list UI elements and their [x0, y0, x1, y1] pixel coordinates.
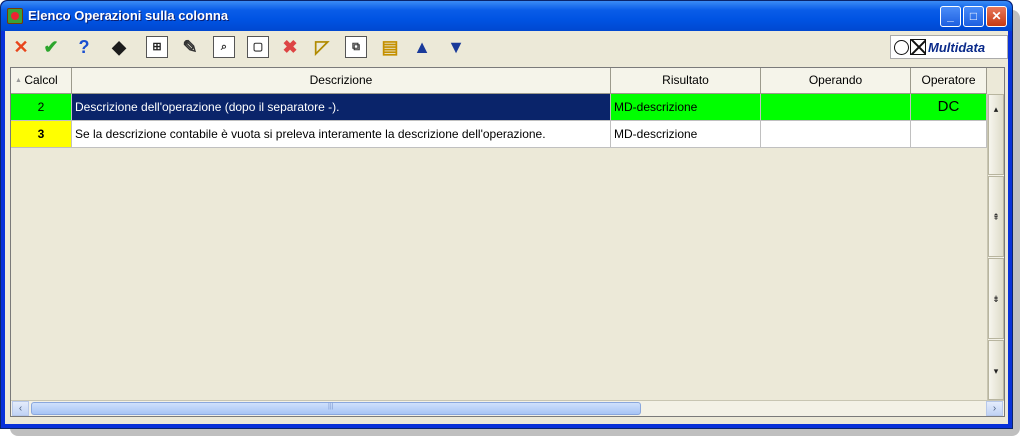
- cell-descrizione[interactable]: Se la descrizione contabile è vuota si p…: [72, 121, 611, 148]
- logo-cross-icon: [910, 39, 926, 55]
- title-bar[interactable]: Elenco Operazioni sulla colonna _ □ ✕: [1, 1, 1012, 31]
- goto-icon[interactable]: ◆: [108, 36, 130, 58]
- help-icon[interactable]: ?: [73, 36, 95, 58]
- delete-icon[interactable]: ✖: [279, 36, 301, 58]
- main-window: Elenco Operazioni sulla colonna _ □ ✕ Mu…: [0, 0, 1013, 429]
- cell-descrizione[interactable]: Descrizione dell'operazione (dopo il sep…: [72, 94, 611, 121]
- close-button[interactable]: ✕: [986, 6, 1007, 27]
- thumb-grip: |||: [328, 403, 334, 410]
- sort-icon: ▲: [15, 77, 22, 84]
- copy-icon[interactable]: ⧉: [345, 36, 367, 58]
- scroll-page-up-button[interactable]: ⇞: [988, 176, 1004, 257]
- cancel-icon[interactable]: ✕: [10, 36, 32, 58]
- move-down-icon[interactable]: ▼: [445, 36, 467, 58]
- operations-grid: ▲ Calcol Descrizione Risultato Operando …: [10, 67, 1005, 417]
- window-title: Elenco Operazioni sulla colonna: [28, 8, 229, 23]
- preview-icon[interactable]: ⌕: [213, 36, 235, 58]
- cell-calcol[interactable]: 3: [11, 121, 72, 148]
- table-row[interactable]: 3 Se la descrizione contabile è vuota si…: [11, 121, 987, 148]
- cell-risultato[interactable]: MD-descrizione: [611, 121, 761, 148]
- cell-calcol[interactable]: 2: [11, 94, 72, 121]
- cell-risultato[interactable]: MD-descrizione: [611, 94, 761, 121]
- col-header-descrizione[interactable]: Descrizione: [72, 68, 611, 94]
- edit-icon[interactable]: ✎: [179, 36, 201, 58]
- scroll-down-button[interactable]: ▾: [988, 340, 1004, 400]
- properties-icon[interactable]: ◸: [311, 36, 333, 58]
- minimize-button[interactable]: _: [940, 6, 961, 27]
- logo-text: Multidata: [928, 39, 986, 55]
- scroll-right-button[interactable]: ›: [986, 401, 1003, 416]
- logo-circle-icon: [894, 39, 909, 55]
- vertical-scrollbar[interactable]: ▴ ⇞ ⇟ ▾: [987, 94, 1004, 402]
- multidata-logo: Multidata: [890, 35, 1008, 59]
- scroll-thumb[interactable]: |||: [31, 402, 641, 415]
- col-header-operatore[interactable]: Operatore: [911, 68, 987, 94]
- col-header-operando[interactable]: Operando: [761, 68, 911, 94]
- grid-header: ▲ Calcol Descrizione Risultato Operando …: [11, 68, 987, 94]
- app-icon: [7, 8, 23, 24]
- find-icon[interactable]: ⊞: [146, 36, 168, 58]
- maximize-button[interactable]: □: [963, 6, 984, 27]
- scroll-up-button[interactable]: ▴: [988, 94, 1004, 175]
- scroll-left-button[interactable]: ‹: [12, 401, 29, 416]
- new-icon[interactable]: ▢: [247, 36, 269, 58]
- confirm-icon[interactable]: ✔: [40, 36, 62, 58]
- horizontal-scrollbar[interactable]: ‹ ||| ›: [11, 400, 1004, 416]
- cell-operando[interactable]: [761, 121, 911, 148]
- table-row[interactable]: 2 Descrizione dell'operazione (dopo il s…: [11, 94, 987, 121]
- cell-operatore[interactable]: DC: [911, 94, 987, 121]
- move-up-icon[interactable]: ▲: [411, 36, 433, 58]
- cell-operando[interactable]: [761, 94, 911, 121]
- scroll-page-down-button[interactable]: ⇟: [988, 258, 1004, 339]
- col-header-label: Calcol: [24, 73, 58, 87]
- col-header-risultato[interactable]: Risultato: [611, 68, 761, 94]
- cell-operatore[interactable]: [911, 121, 987, 148]
- toolbar: Multidata ✕ ✔? ◆ ⊞ ✎ ⌕ ▢ ✖ ◸ ⧉ ▤ ▲ ▼: [5, 31, 1008, 63]
- database-icon[interactable]: ▤: [379, 36, 401, 58]
- col-header-calcol[interactable]: ▲ Calcol: [11, 68, 72, 94]
- client-area: Multidata ✕ ✔? ◆ ⊞ ✎ ⌕ ▢ ✖ ◸ ⧉ ▤ ▲ ▼ ▲ Calcol Descri…: [5, 31, 1008, 424]
